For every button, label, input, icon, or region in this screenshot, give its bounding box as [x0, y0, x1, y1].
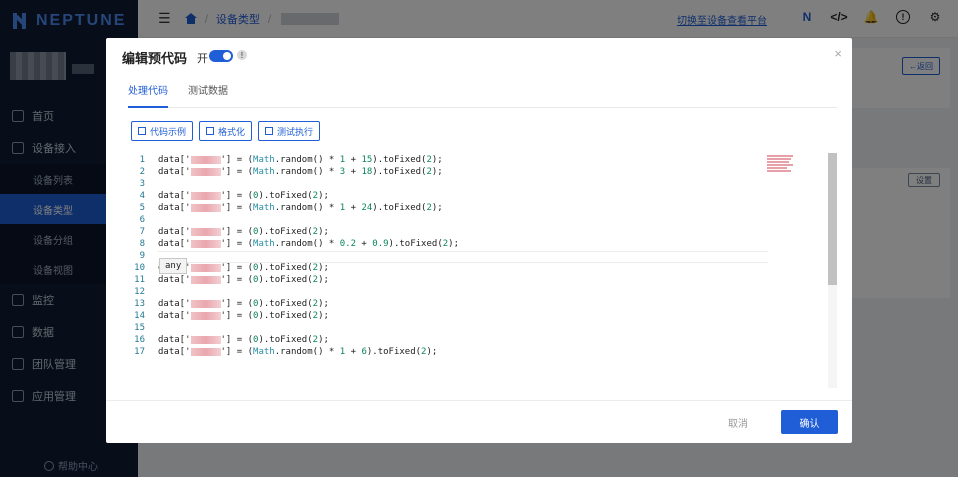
line-number: 10 — [134, 263, 145, 273]
code-line[interactable]: 16 data[' '] = (0).toFixed(2); — [131, 334, 329, 346]
code-editor[interactable]: 1 data[' '] = (Math.random() * 1 + 15).toF… — [131, 153, 837, 388]
code-line[interactable]: 4 data[' '] = (0).toFixed(2); — [131, 190, 329, 202]
code-text: data[''] = (0).toFixed(2); — [158, 335, 329, 345]
redacted-field-name — [190, 155, 221, 164]
line-number: 8 — [139, 239, 145, 249]
line-number: 9 — [139, 251, 145, 261]
code-line[interactable]: 17 data[' '] = (Math.random() * 1 + 6).toF… — [131, 346, 437, 358]
code-text: data[' '] = (Math.random() * 1 + 15).toFi… — [158, 155, 443, 165]
info-icon[interactable]: ! — [237, 50, 247, 60]
code-line[interactable]: 9 — [131, 250, 145, 262]
line-number: 16 — [134, 335, 145, 345]
tab-test-data[interactable]: 测试数据 — [188, 85, 228, 108]
code-line[interactable]: 3 — [131, 178, 145, 190]
line-number: 2 — [139, 167, 145, 177]
redacted-field-name — [190, 263, 221, 272]
redacted-field-name — [190, 311, 221, 320]
code-line[interactable]: 1 data[' '] = (Math.random() * 1 + 15).toF… — [131, 154, 443, 166]
enable-switch[interactable] — [209, 50, 233, 62]
code-line[interactable]: 6 — [131, 214, 145, 226]
test-run-button[interactable]: 测试执行 — [258, 121, 321, 141]
redacted-field-name — [190, 167, 221, 176]
format-button[interactable]: 格式化 — [199, 121, 253, 141]
redacted-field-name — [190, 227, 221, 236]
line-number: 4 — [139, 191, 145, 201]
line-number: 17 — [134, 347, 145, 357]
code-line[interactable]: 14 data[' '] = (0).toFixed(2); — [131, 310, 329, 322]
redacted-field-name — [190, 347, 221, 356]
code-text: data[' '] = (Math.random() * 3 + 18).toFi… — [158, 167, 443, 177]
code-line[interactable]: 8 data[' '] = (Math.random() * 0.2 + 0.9).… — [131, 238, 459, 250]
line-number: 15 — [134, 323, 145, 333]
code-text: data[' '] = (Math.random() * 1 + 24).toFi… — [158, 203, 443, 213]
editor-scroll-track[interactable] — [828, 285, 837, 388]
code-minimap[interactable] — [767, 155, 799, 173]
code-text: data[''] = (0).toFixed(2); — [158, 299, 329, 309]
code-example-button[interactable]: 代码示例 — [131, 121, 194, 141]
line-number: 7 — [139, 227, 145, 237]
modal-footer: 取消 确认 — [106, 400, 852, 443]
code-line[interactable]: 15 — [131, 322, 145, 334]
line-number: 11 — [134, 275, 145, 285]
code-line[interactable]: 2 data[' '] = (Math.random() * 3 + 18).toF… — [131, 166, 443, 178]
redacted-field-name — [190, 335, 221, 344]
code-text: data[''] = (0).toFixed(2); — [158, 227, 329, 237]
line-number: 1 — [139, 155, 145, 165]
cancel-button[interactable]: 取消 — [728, 415, 748, 430]
confirm-button[interactable]: 确认 — [781, 410, 838, 434]
type-hint-tooltip: any — [159, 258, 188, 274]
code-text: data[''] = (0).toFixed(2); — [158, 191, 329, 201]
code-line[interactable]: 10data[''] = (0).toFixed(2); — [131, 262, 329, 274]
code-text: data[''] = (0).toFixed(2); — [158, 275, 329, 285]
code-line[interactable]: 13 data[' '] = (0).toFixed(2); — [131, 298, 329, 310]
editor-toolbar: 代码示例 格式化 测试执行 — [131, 121, 321, 141]
code-line[interactable]: 7 data[' '] = (0).toFixed(2); — [131, 226, 329, 238]
code-line[interactable]: 12 — [131, 286, 145, 298]
line-number: 6 — [139, 215, 145, 225]
redacted-field-name — [190, 239, 221, 248]
switch-label: 开 — [197, 53, 208, 65]
code-text: data[' '] = (Math.random() * 0.2 + 0.9).t… — [158, 239, 459, 249]
modal-tabs: 处理代码 测试数据 — [128, 85, 837, 108]
edit-precode-modal: 编辑预代码 开 ! × 处理代码 测试数据 代码示例 格式化 测试执行 1 dat… — [106, 38, 852, 443]
code-line[interactable]: 5 data[' '] = (Math.random() * 1 + 24).toF… — [131, 202, 443, 214]
line-number: 3 — [139, 179, 145, 189]
tab-process-code[interactable]: 处理代码 — [128, 85, 168, 108]
redacted-field-name — [190, 275, 221, 284]
redacted-field-name — [190, 203, 221, 212]
close-icon[interactable]: × — [834, 46, 842, 61]
line-number: 13 — [134, 299, 145, 309]
line-number: 14 — [134, 311, 145, 321]
code-text: data[''] = (0).toFixed(2); — [158, 311, 329, 321]
test-run-icon — [265, 127, 274, 135]
editor-scrollbar[interactable] — [828, 153, 837, 285]
line-number: 12 — [134, 287, 145, 297]
redacted-field-name — [190, 299, 221, 308]
redacted-field-name — [190, 191, 221, 200]
code-line[interactable]: 11 data[' '] = (0).toFixed(2); — [131, 274, 329, 286]
modal-title: 编辑预代码 — [122, 51, 188, 66]
format-icon — [206, 127, 215, 135]
line-number: 5 — [139, 203, 145, 213]
code-example-icon — [138, 127, 146, 135]
code-text: data[' '] = (Math.random() * 1 + 6).toFix… — [158, 347, 438, 357]
